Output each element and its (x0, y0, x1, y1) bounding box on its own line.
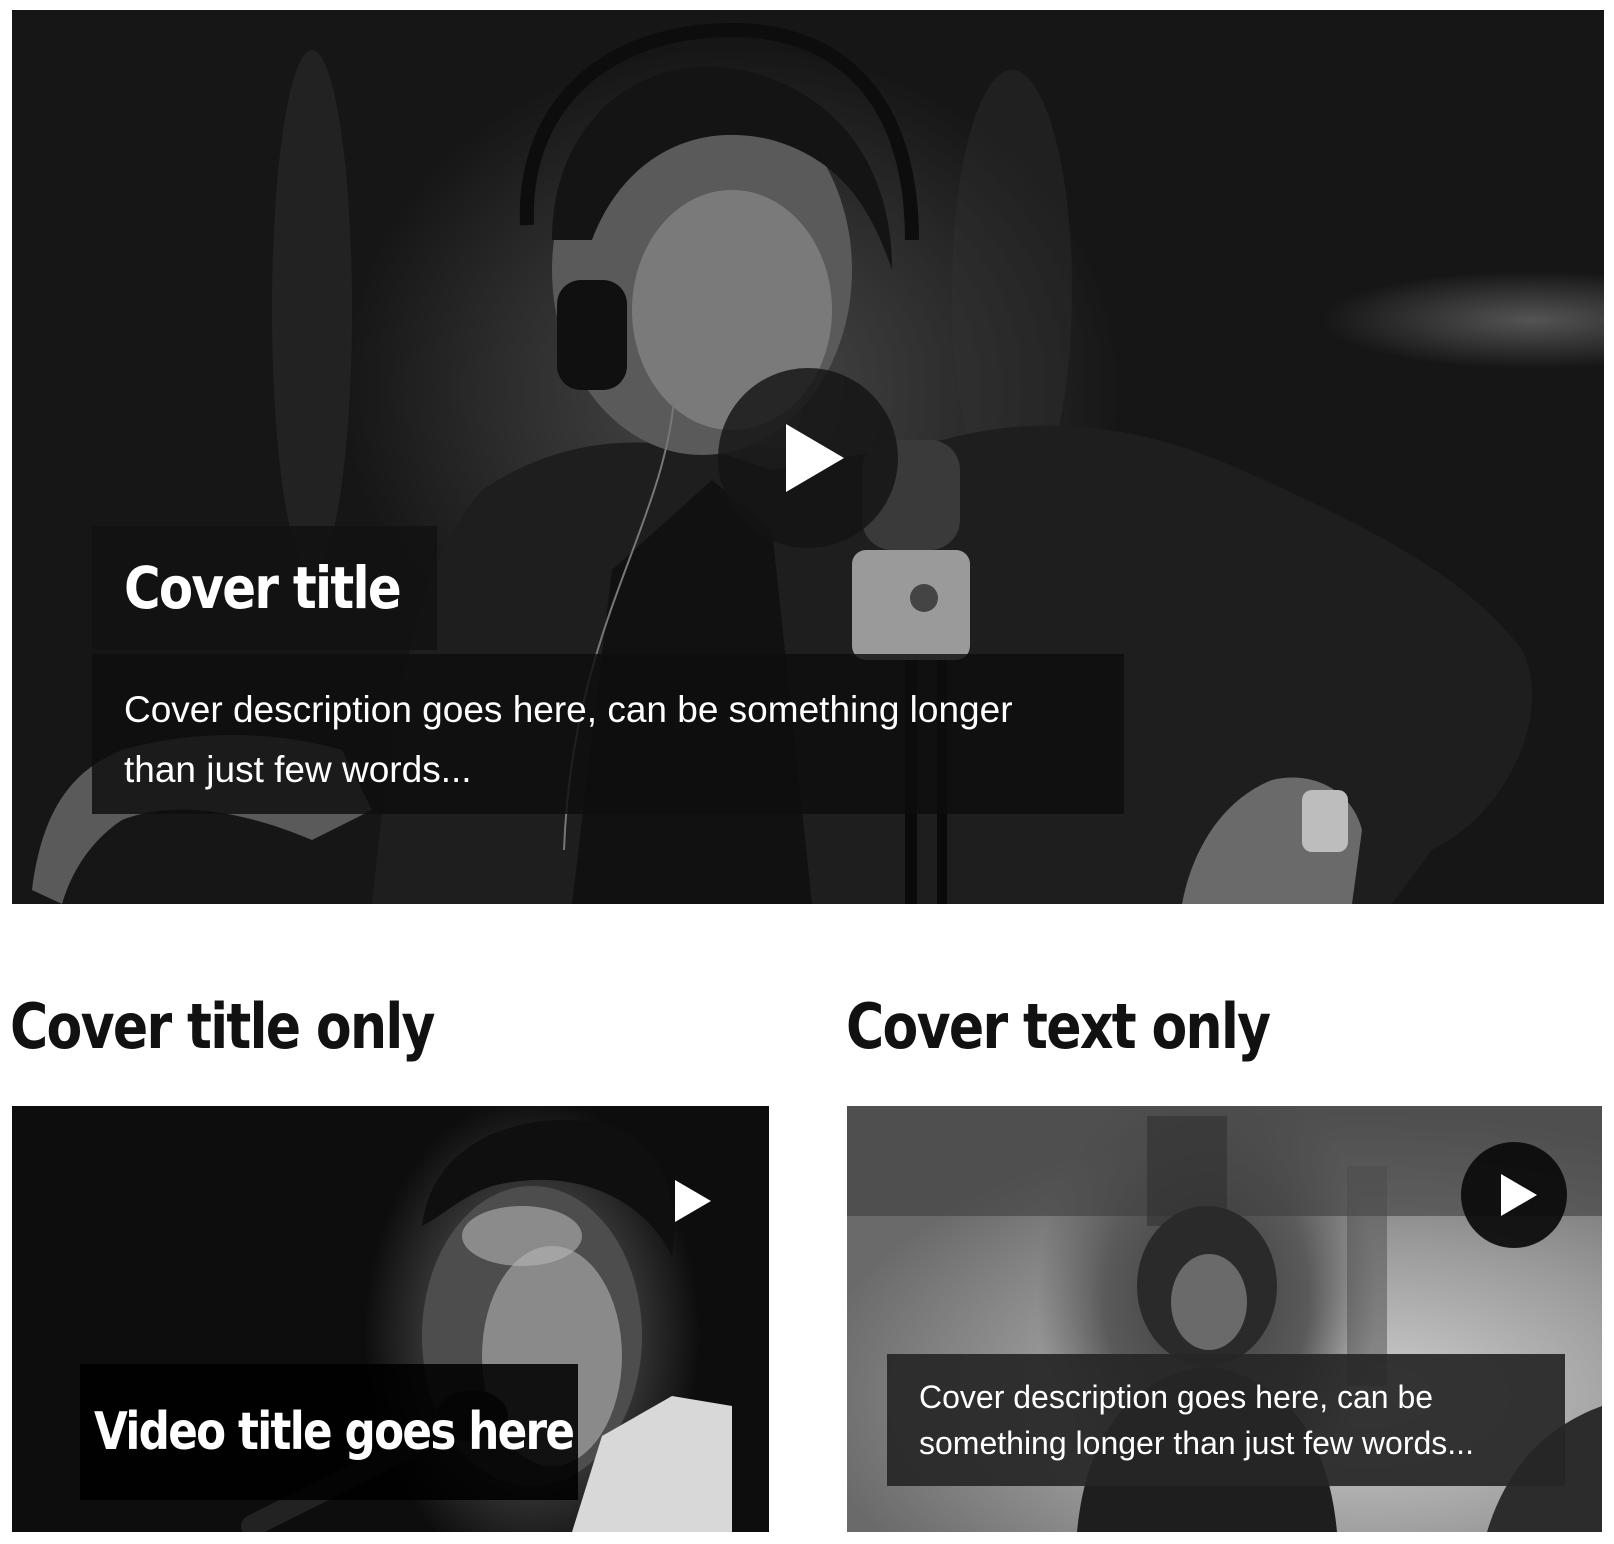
hero-video[interactable]: Cover title Cover description goes here,… (12, 10, 1604, 904)
video-card-text-only[interactable]: Cover description goes here, can be some… (847, 1106, 1602, 1532)
hero-description: Cover description goes here, can be some… (124, 689, 1013, 790)
play-icon (1501, 1174, 1537, 1216)
hero-description-overlay: Cover description goes here, can be some… (92, 654, 1124, 814)
left-title-overlay: Video title goes here (80, 1364, 578, 1500)
right-description-overlay: Cover description goes here, can be some… (887, 1354, 1565, 1486)
play-icon (786, 424, 844, 492)
left-play-button[interactable] (657, 1166, 727, 1236)
right-play-button[interactable] (1461, 1142, 1567, 1248)
play-icon (675, 1180, 711, 1222)
section-heading-title-only: Cover title only (10, 990, 435, 1063)
video-description: Cover description goes here, can be some… (919, 1379, 1474, 1461)
hero-title-overlay: Cover title (92, 526, 437, 650)
section-heading-text-only: Cover text only (846, 990, 1271, 1063)
hero-title: Cover title (124, 554, 402, 622)
video-title: Video title goes here (94, 1402, 575, 1462)
hero-play-button[interactable] (718, 368, 898, 548)
video-card-title-only[interactable]: Video title goes here (12, 1106, 769, 1532)
